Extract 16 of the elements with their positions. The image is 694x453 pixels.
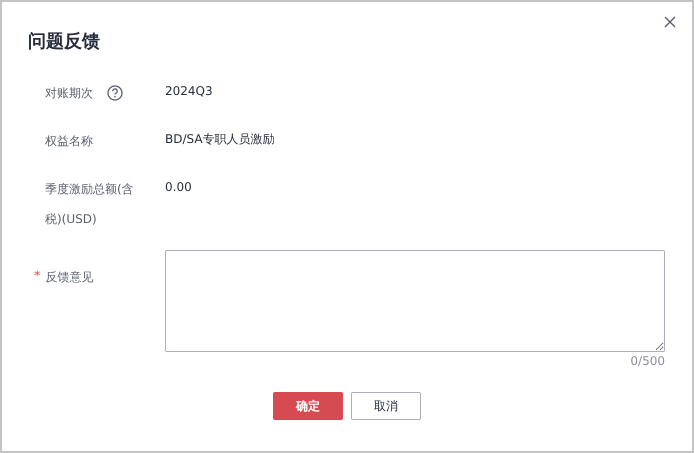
field-label: 对账期次 [45, 85, 93, 102]
feedback-input[interactable] [165, 250, 665, 352]
field-value: BD/SA专职人员激励 [165, 131, 275, 148]
field-label: 反馈意见 [46, 269, 94, 286]
close-button[interactable] [662, 14, 678, 30]
field-label: 季度激励总额(含税)(USD) [45, 181, 135, 228]
help-icon[interactable] [107, 85, 123, 101]
field-value: 2024Q3 [165, 83, 213, 100]
close-icon [664, 16, 676, 28]
field-label: 权益名称 [45, 133, 93, 150]
cancel-button[interactable]: 取消 [351, 392, 421, 420]
dialog-title: 问题反馈 [28, 30, 101, 54]
confirm-button[interactable]: 确定 [273, 392, 343, 420]
required-mark: * [34, 268, 40, 286]
char-counter: 0/500 [630, 354, 665, 368]
field-value: 0.00 [165, 179, 192, 196]
